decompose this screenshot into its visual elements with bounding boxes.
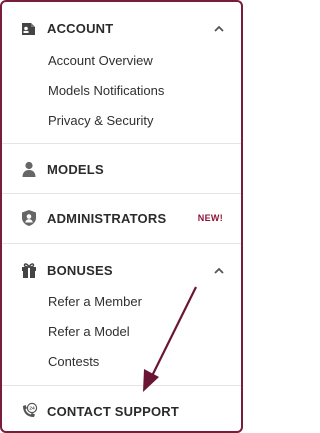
divider	[2, 143, 241, 144]
menu-header-label: MODELS	[47, 161, 104, 177]
phone-24-icon: 24	[20, 402, 38, 420]
divider	[2, 193, 241, 194]
menu-header-label: ADMINISTRATORS	[47, 210, 167, 226]
menu-header-label: CONTACT SUPPORT	[47, 403, 180, 419]
gift-icon	[20, 261, 38, 279]
menu-item-account-overview[interactable]: Account Overview	[48, 53, 153, 68]
menu-item-refer-model[interactable]: Refer a Model	[48, 324, 130, 339]
menu-header-models[interactable]: MODELS	[2, 154, 241, 184]
menu-item-models-notifications[interactable]: Models Notifications	[48, 83, 164, 98]
chevron-up-icon[interactable]	[213, 264, 225, 276]
menu-item-contests[interactable]: Contests	[48, 354, 99, 369]
shield-user-icon	[20, 209, 38, 227]
sidebar-menu: ACCOUNT Account Overview Models Notifica…	[0, 0, 243, 433]
new-badge: NEW!	[197, 213, 223, 223]
menu-header-label: BONUSES	[47, 262, 113, 278]
menu-item-privacy-security[interactable]: Privacy & Security	[48, 113, 153, 128]
menu-header-account[interactable]: ACCOUNT	[2, 13, 241, 43]
divider	[2, 385, 241, 386]
id-card-icon	[20, 19, 38, 37]
person-icon	[20, 160, 38, 178]
menu-header-label: ACCOUNT	[47, 20, 114, 36]
menu-header-bonuses[interactable]: BONUSES	[2, 255, 241, 285]
menu-header-contact-support[interactable]: 24 CONTACT SUPPORT	[2, 396, 241, 426]
menu-item-refer-member[interactable]: Refer a Member	[48, 294, 142, 309]
menu-header-administrators[interactable]: ADMINISTRATORS NEW!	[2, 203, 241, 233]
chevron-up-icon[interactable]	[213, 22, 225, 34]
divider	[2, 243, 241, 244]
svg-text:24: 24	[29, 406, 35, 412]
